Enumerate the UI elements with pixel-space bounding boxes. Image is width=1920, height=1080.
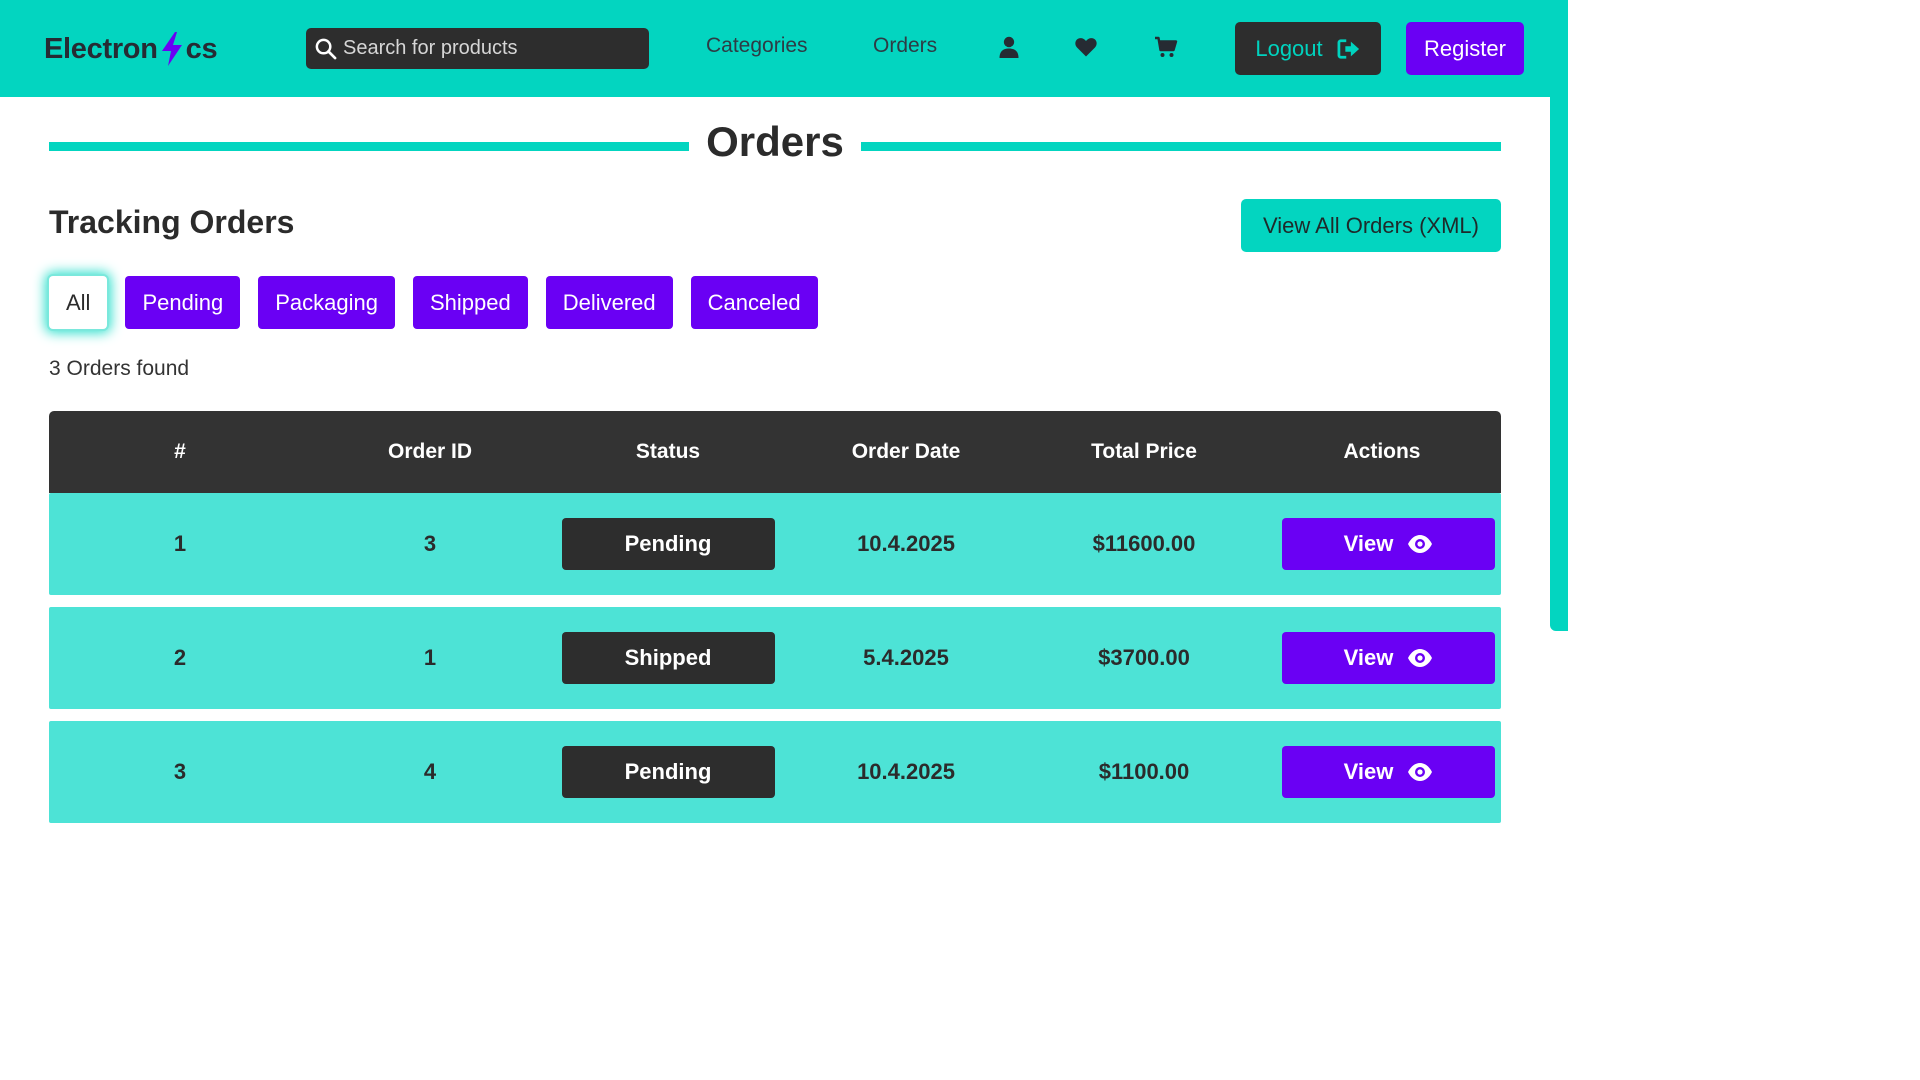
- search-icon: [315, 38, 337, 60]
- filter-shipped[interactable]: Shipped: [412, 276, 528, 329]
- scrollbar[interactable]: [1550, 97, 1568, 631]
- table-row: 2 1 Shipped 5.4.2025 $3700.00 View: [49, 607, 1501, 709]
- view-label: View: [1343, 531, 1394, 556]
- view-all-orders-xml-button[interactable]: View All Orders (XML): [1241, 199, 1501, 252]
- row-total-price: $1100.00: [1098, 759, 1190, 784]
- user-icon[interactable]: [996, 34, 1022, 60]
- filter-delivered[interactable]: Delivered: [545, 276, 673, 329]
- row-index: 3: [173, 759, 187, 784]
- view-order-button[interactable]: View: [1282, 518, 1495, 570]
- section-title: Tracking Orders: [49, 204, 295, 240]
- orders-count: 3 Orders found: [49, 357, 190, 380]
- filter-packaging[interactable]: Packaging: [258, 276, 395, 329]
- nav-orders-link[interactable]: Orders: [873, 34, 937, 58]
- cart-icon[interactable]: [1153, 34, 1179, 60]
- search-bar: [306, 28, 649, 69]
- row-total-price: $11600.00: [1092, 531, 1196, 556]
- status-badge: Pending: [561, 746, 775, 798]
- row-order-id: 3: [423, 531, 437, 556]
- row-index: 1: [173, 531, 187, 556]
- nav-categories-link[interactable]: Categories: [706, 34, 808, 58]
- view-label: View: [1343, 645, 1394, 670]
- column-header-order-date: Order Date: [851, 440, 961, 463]
- table-header: # Order ID Status Order Date Total Price…: [49, 411, 1501, 493]
- view-order-button[interactable]: View: [1282, 746, 1495, 798]
- row-order-date: 10.4.2025: [857, 531, 955, 556]
- row-total-price: $3700.00: [1098, 645, 1190, 670]
- filter-canceled[interactable]: Canceled: [690, 276, 818, 329]
- eye-icon: [1408, 649, 1433, 667]
- search-input[interactable]: [343, 37, 643, 60]
- heart-icon[interactable]: [1073, 34, 1099, 60]
- filter-all[interactable]: All: [49, 276, 108, 329]
- logo-text-left: Electron: [44, 32, 158, 65]
- navbar: Electron cs Categories Orders Logout Reg…: [0, 0, 1568, 97]
- title-divider-right: [861, 142, 1501, 151]
- row-order-id: 4: [423, 759, 437, 784]
- logo[interactable]: Electron cs: [44, 30, 218, 68]
- status-badge: Shipped: [561, 632, 775, 684]
- title-divider-left: [49, 142, 689, 151]
- row-index: 2: [173, 645, 187, 670]
- logout-icon: [1337, 38, 1359, 59]
- view-order-button[interactable]: View: [1282, 632, 1495, 684]
- column-header-status: Status: [635, 440, 701, 463]
- column-header-index: #: [174, 440, 186, 463]
- row-order-date: 5.4.2025: [863, 645, 949, 670]
- column-header-order-id: Order ID: [387, 440, 473, 463]
- status-badge: Pending: [561, 518, 775, 570]
- eye-icon: [1408, 763, 1433, 781]
- status-filters: All Pending Packaging Shipped Delivered …: [49, 276, 818, 329]
- view-label: View: [1343, 759, 1394, 784]
- logo-text-right: cs: [185, 32, 218, 65]
- logout-button[interactable]: Logout: [1235, 22, 1381, 75]
- eye-icon: [1408, 535, 1433, 553]
- register-button[interactable]: Register: [1406, 22, 1524, 75]
- row-order-date: 10.4.2025: [857, 759, 955, 784]
- column-header-total-price: Total Price: [1091, 440, 1197, 463]
- column-header-actions: Actions: [1343, 440, 1421, 463]
- lightning-icon: [161, 32, 182, 66]
- table-row: 3 4 Pending 10.4.2025 $1100.00 View: [49, 721, 1501, 823]
- page-title: Orders: [706, 118, 844, 165]
- logout-label: Logout: [1255, 35, 1323, 61]
- row-order-id: 1: [423, 645, 437, 670]
- table-row: 1 3 Pending 10.4.2025 $11600.00 View: [49, 493, 1501, 595]
- filter-pending[interactable]: Pending: [125, 276, 241, 329]
